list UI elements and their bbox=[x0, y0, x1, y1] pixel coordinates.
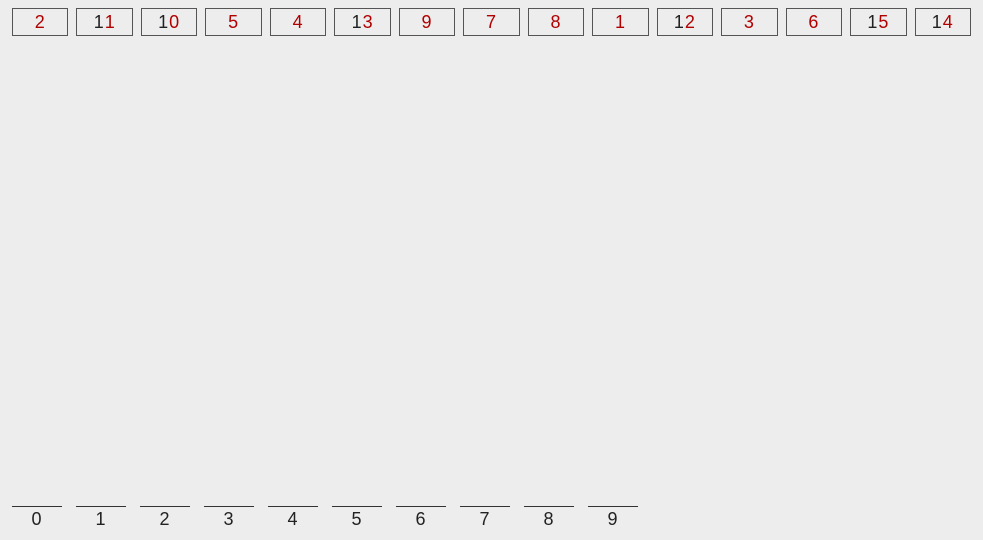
card[interactable]: 8 bbox=[528, 8, 584, 36]
card-digit: 4 bbox=[943, 12, 954, 33]
card-row: 211105413978112361514 bbox=[12, 8, 971, 36]
bin-slot[interactable]: 0 bbox=[12, 506, 62, 530]
card-digit: 5 bbox=[878, 12, 889, 33]
card[interactable]: 3 bbox=[721, 8, 777, 36]
card-digit: 1 bbox=[352, 12, 363, 33]
bin-slot[interactable]: 3 bbox=[204, 506, 254, 530]
card[interactable]: 11 bbox=[76, 8, 132, 36]
card[interactable]: 15 bbox=[850, 8, 906, 36]
card-digit: 1 bbox=[158, 12, 169, 33]
card[interactable]: 10 bbox=[141, 8, 197, 36]
card-digit: 4 bbox=[293, 12, 304, 33]
card-digit: 7 bbox=[486, 12, 497, 33]
card-digit: 1 bbox=[105, 12, 116, 33]
card-digit: 1 bbox=[932, 12, 943, 33]
card[interactable]: 7 bbox=[463, 8, 519, 36]
card-digit: 0 bbox=[169, 12, 180, 33]
card-digit: 8 bbox=[550, 12, 561, 33]
card-digit: 3 bbox=[363, 12, 374, 33]
bin-slot[interactable]: 2 bbox=[140, 506, 190, 530]
card-digit: 6 bbox=[808, 12, 819, 33]
bin-slot[interactable]: 6 bbox=[396, 506, 446, 530]
card[interactable]: 9 bbox=[399, 8, 455, 36]
bin-slot[interactable]: 7 bbox=[460, 506, 510, 530]
stage: 211105413978112361514 0123456789 bbox=[0, 0, 983, 540]
card[interactable]: 1 bbox=[592, 8, 648, 36]
card-digit: 2 bbox=[685, 12, 696, 33]
card[interactable]: 4 bbox=[270, 8, 326, 36]
card[interactable]: 2 bbox=[12, 8, 68, 36]
card[interactable]: 12 bbox=[657, 8, 713, 36]
card-digit: 1 bbox=[674, 12, 685, 33]
card-digit: 5 bbox=[228, 12, 239, 33]
card[interactable]: 6 bbox=[786, 8, 842, 36]
bin-slot[interactable]: 4 bbox=[268, 506, 318, 530]
bin-slot[interactable]: 9 bbox=[588, 506, 638, 530]
bin-slot[interactable]: 1 bbox=[76, 506, 126, 530]
card[interactable]: 13 bbox=[334, 8, 390, 36]
card[interactable]: 14 bbox=[915, 8, 971, 36]
bin-slot[interactable]: 8 bbox=[524, 506, 574, 530]
card-digit: 3 bbox=[744, 12, 755, 33]
card-digit: 2 bbox=[35, 12, 46, 33]
bin-row: 0123456789 bbox=[12, 506, 638, 530]
card-digit: 1 bbox=[94, 12, 105, 33]
card-digit: 1 bbox=[615, 12, 626, 33]
bin-slot[interactable]: 5 bbox=[332, 506, 382, 530]
card-digit: 1 bbox=[867, 12, 878, 33]
card[interactable]: 5 bbox=[205, 8, 261, 36]
card-digit: 9 bbox=[422, 12, 433, 33]
